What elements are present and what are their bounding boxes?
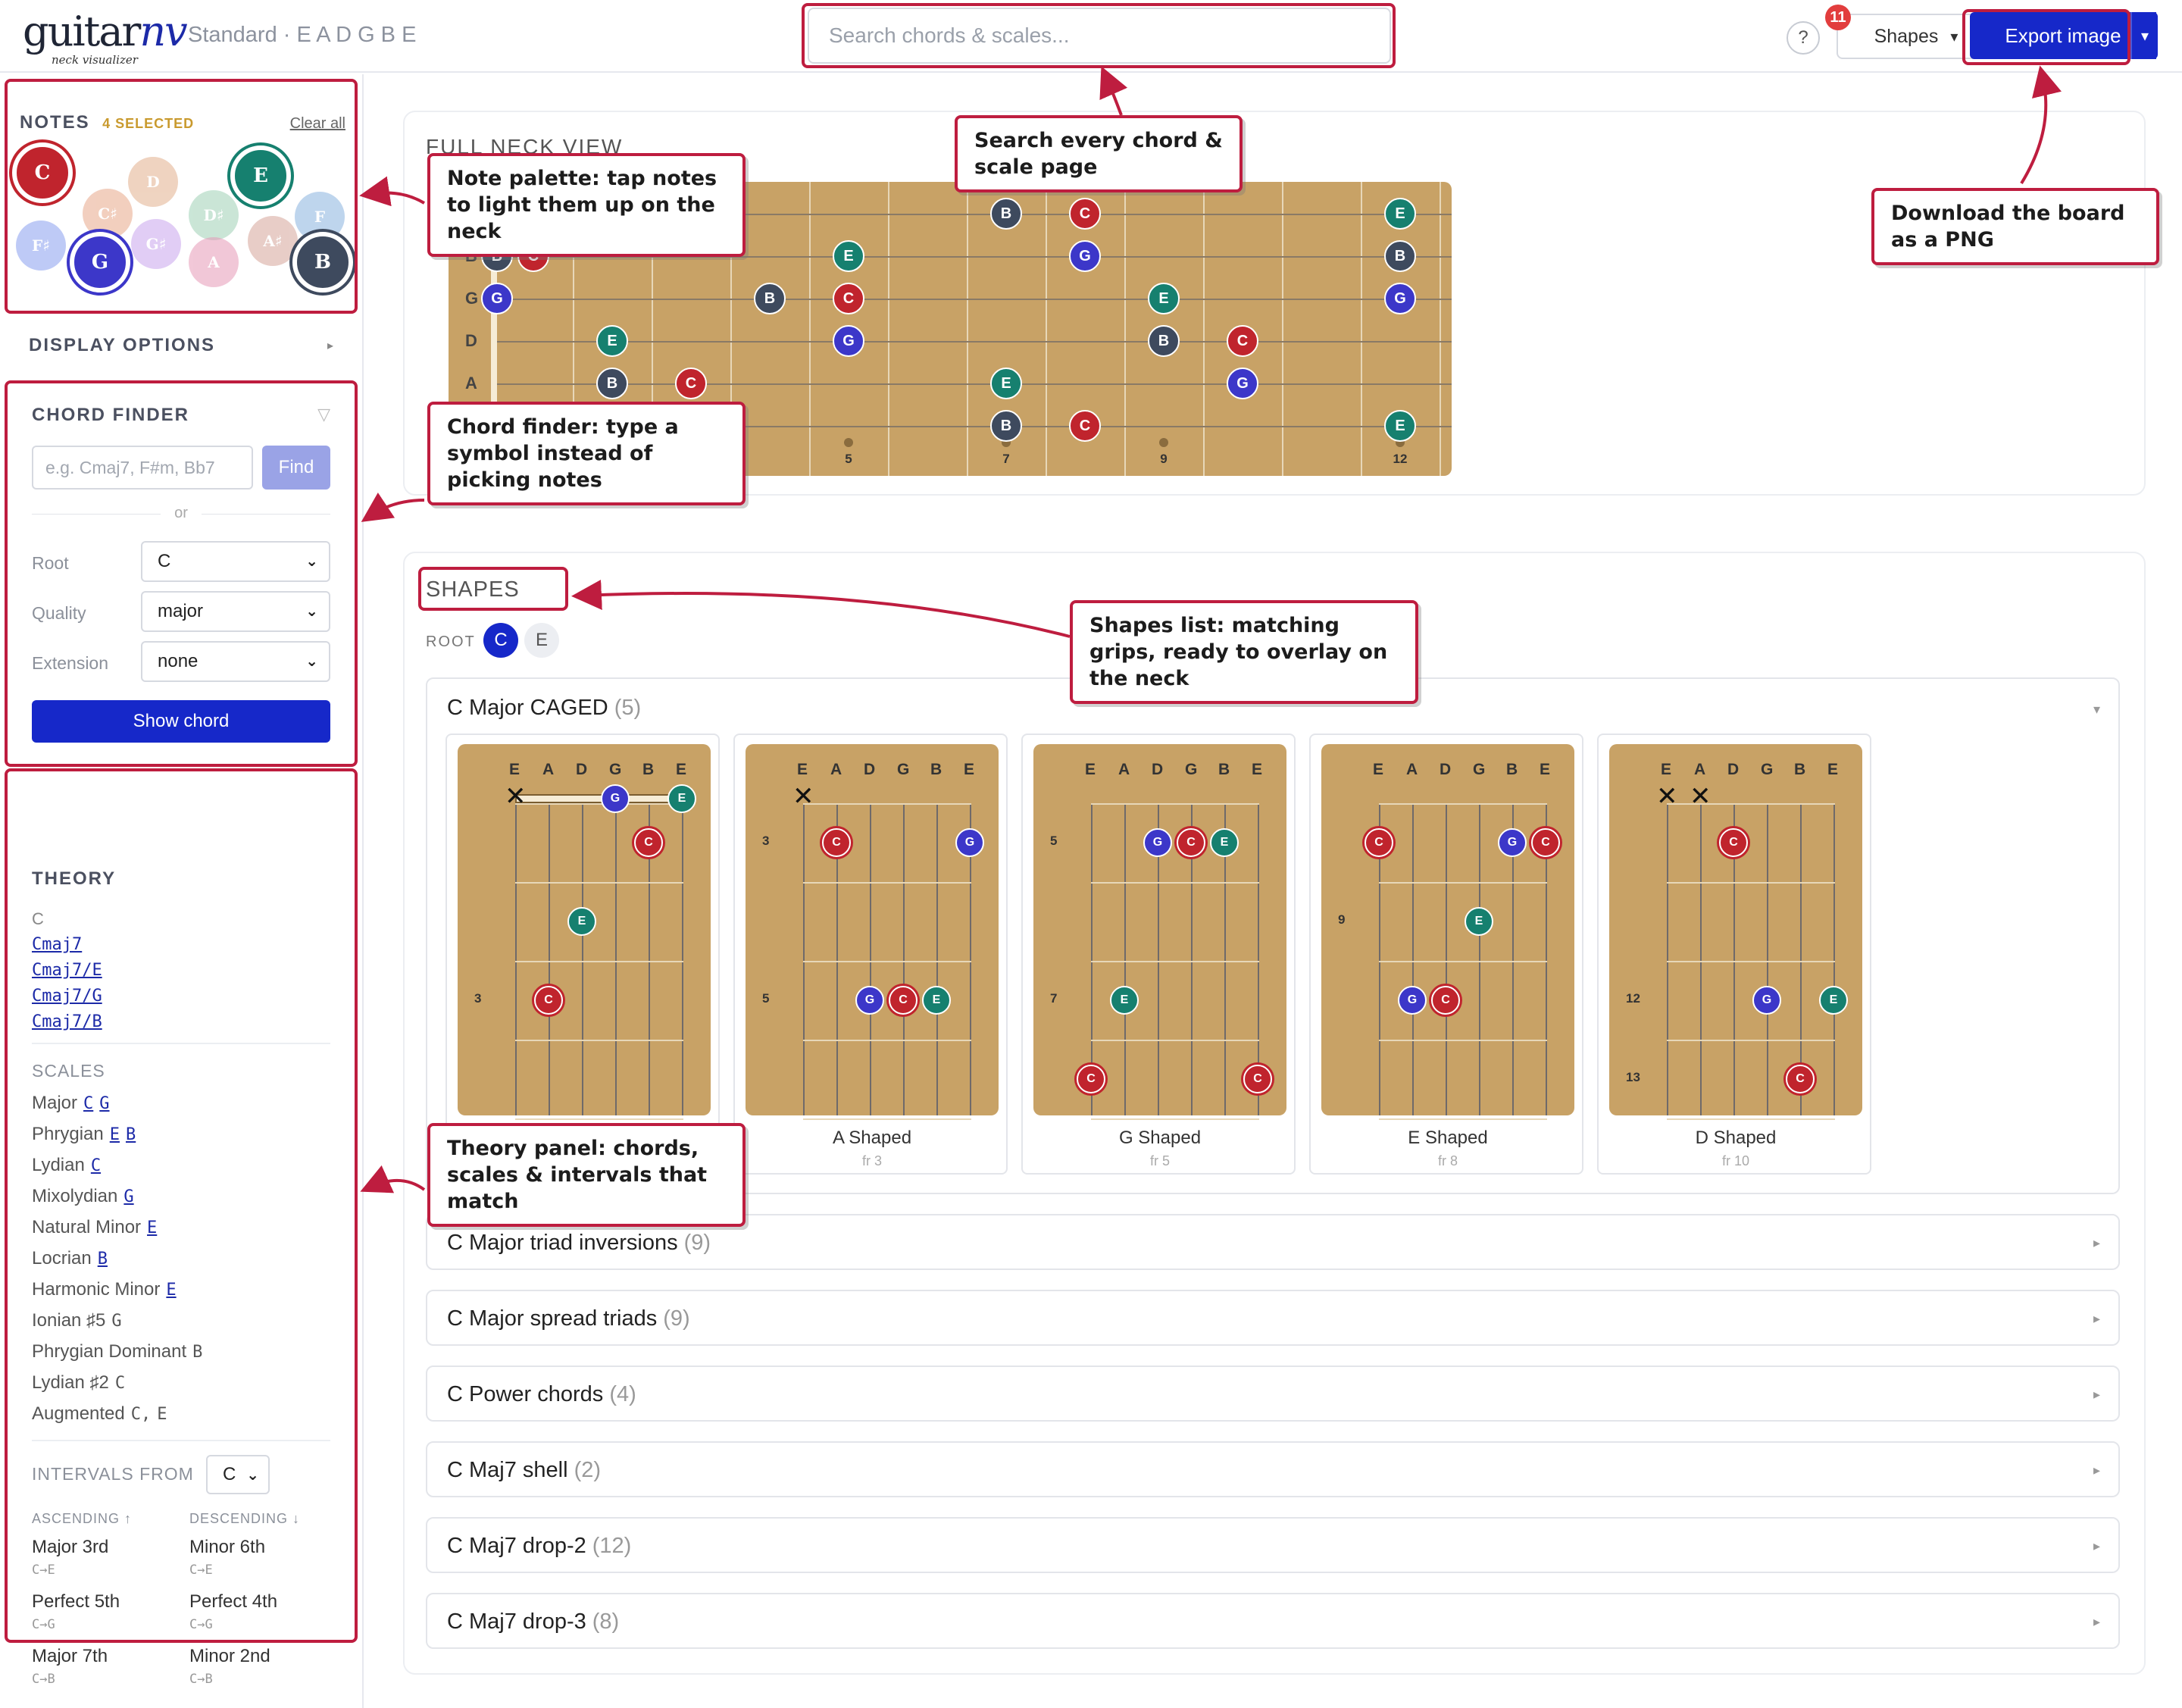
arrow-finder (361, 493, 425, 522)
callout-theory: Theory panel: chords, scales & intervals… (427, 1123, 746, 1227)
callout-download: Download the board as a PNG (1871, 188, 2159, 265)
arrow-shapes (571, 579, 1071, 638)
annotation-arrows (359, 65, 2062, 1193)
callout-search: Search every chord & scale page (955, 115, 1243, 192)
callout-palette: Note palette: tap notes to light them up… (427, 153, 746, 257)
arrow-theory (360, 1165, 426, 1193)
callout-shapes: Shapes list: matching grips, ready to ov… (1070, 600, 1418, 704)
arrow-search (1099, 66, 1128, 116)
arrow-palette (359, 176, 426, 207)
callout-finder: Chord finder: type a symbol instead of p… (427, 402, 746, 505)
arrow-export (2020, 65, 2062, 185)
